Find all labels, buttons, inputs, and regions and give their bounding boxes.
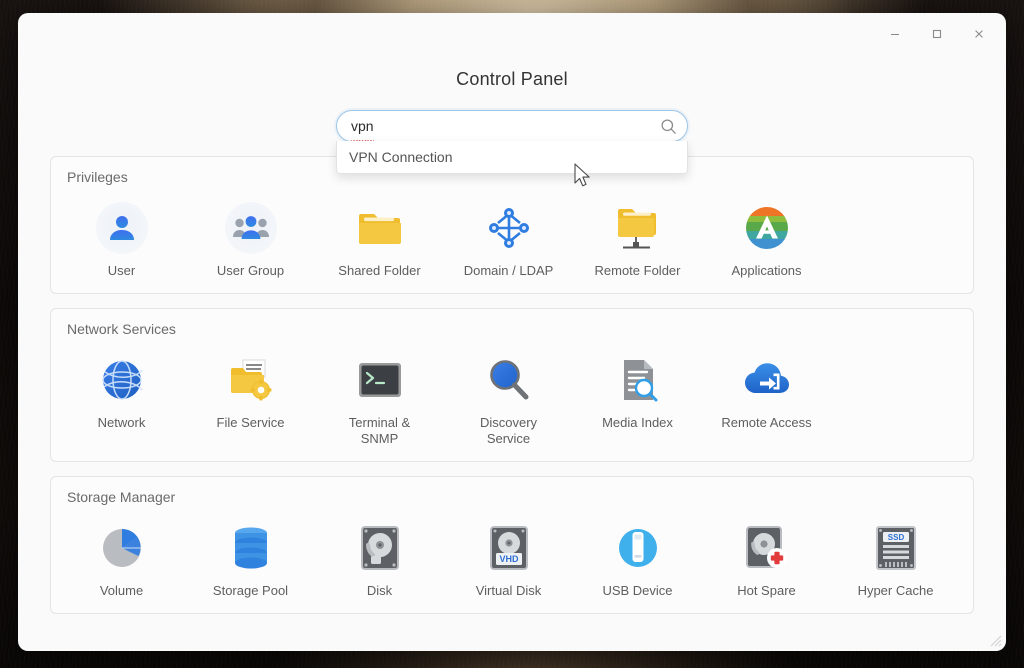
user-group-icon [224,201,278,255]
terminal-snmp-icon [353,353,407,407]
tile-usb-device[interactable]: USB Device [573,515,702,599]
tile-storage-pool[interactable]: Storage Pool [186,515,315,599]
tiles-privileges: User [51,185,973,293]
tile-label: Hot Spare [737,583,796,599]
tile-shared-folder[interactable]: Shared Folder [315,195,444,279]
tile-virtual-disk[interactable]: VHD Virtual Disk [444,515,573,599]
tile-label: Virtual Disk [476,583,542,599]
svg-text:VHD: VHD [499,554,519,564]
tile-label: Applications [731,263,801,279]
remote-access-icon [740,353,794,407]
hot-spare-icon [740,521,794,575]
tile-disk[interactable]: Disk [315,515,444,599]
tile-label: User [108,263,135,279]
shared-folder-icon [353,201,407,255]
tile-label: Network [98,415,146,431]
tile-label: Terminal & SNMP [349,415,410,447]
search-text: vpn [351,111,374,141]
search-icon[interactable] [660,118,677,135]
tile-remote-access[interactable]: Remote Access [702,347,831,447]
tile-media-index[interactable]: Media Index [573,347,702,447]
window-titlebar [18,13,1006,55]
storage-pool-icon [224,521,278,575]
tile-network[interactable]: Network [57,347,186,447]
minimize-button[interactable] [874,19,916,49]
section-privileges: Privileges User [50,156,974,294]
virtual-disk-icon: VHD [482,521,536,575]
network-globe-icon [95,353,149,407]
search-input[interactable]: vpn [336,110,688,142]
search-area: vpn VPN Connection [336,110,688,142]
window-controls [874,19,1000,49]
tile-label: Domain / LDAP [464,263,554,279]
tile-label: Media Index [602,415,673,431]
volume-pie-icon [95,521,149,575]
file-service-icon [224,353,278,407]
tile-label: Remote Access [721,415,811,431]
control-panel-window: Control Panel vpn VPN Connection Privile [18,13,1006,651]
tile-user-group[interactable]: User Group [186,195,315,279]
domain-ldap-icon [482,201,536,255]
tile-label: Remote Folder [595,263,681,279]
resize-grip[interactable] [986,631,1002,647]
page-title: Control Panel [18,69,1006,90]
hyper-cache-icon: SSD [869,521,923,575]
suggestion-item[interactable]: VPN Connection [337,141,687,173]
tile-file-service[interactable]: File Service [186,347,315,447]
remote-folder-icon [611,201,665,255]
disk-icon [353,521,407,575]
user-icon [95,201,149,255]
tile-label: File Service [217,415,285,431]
section-title-storage-manager: Storage Manager [51,477,973,505]
tile-domain-ldap[interactable]: Domain / LDAP [444,195,573,279]
section-network-services: Network Services [50,308,974,462]
tile-label: User Group [217,263,284,279]
control-panel-content: Privileges User [18,142,1006,614]
discovery-service-icon [482,353,536,407]
mouse-cursor [574,163,592,194]
tile-hyper-cache[interactable]: SSD [831,515,960,599]
tile-terminal-snmp[interactable]: Terminal & SNMP [315,347,444,447]
tile-label: Discovery Service [480,415,537,447]
tile-hot-spare[interactable]: Hot Spare [702,515,831,599]
tile-label: Shared Folder [338,263,420,279]
search-input-value: vpn [351,111,660,141]
tile-discovery-service[interactable]: Discovery Service [444,347,573,447]
usb-device-icon [611,521,665,575]
tile-label: Volume [100,583,143,599]
tile-remote-folder[interactable]: Remote Folder [573,195,702,279]
desktop: Control Panel vpn VPN Connection Privile [0,0,1024,668]
close-button[interactable] [958,19,1000,49]
tile-applications[interactable]: Applications [702,195,831,279]
tile-label: Storage Pool [213,583,288,599]
tiles-storage-manager: Volume [51,505,973,613]
tile-label: Disk [367,583,392,599]
tiles-network-services: Network [51,337,973,461]
applications-icon [740,201,794,255]
tile-label: Hyper Cache [858,583,934,599]
tile-label: USB Device [602,583,672,599]
tile-user[interactable]: User [57,195,186,279]
svg-text:SSD: SSD [887,533,904,542]
search-suggestions-dropdown: VPN Connection [336,141,688,174]
maximize-button[interactable] [916,19,958,49]
tile-volume[interactable]: Volume [57,515,186,599]
section-storage-manager: Storage Manager Volume [50,476,974,614]
media-index-icon [611,353,665,407]
section-title-network-services: Network Services [51,309,973,337]
